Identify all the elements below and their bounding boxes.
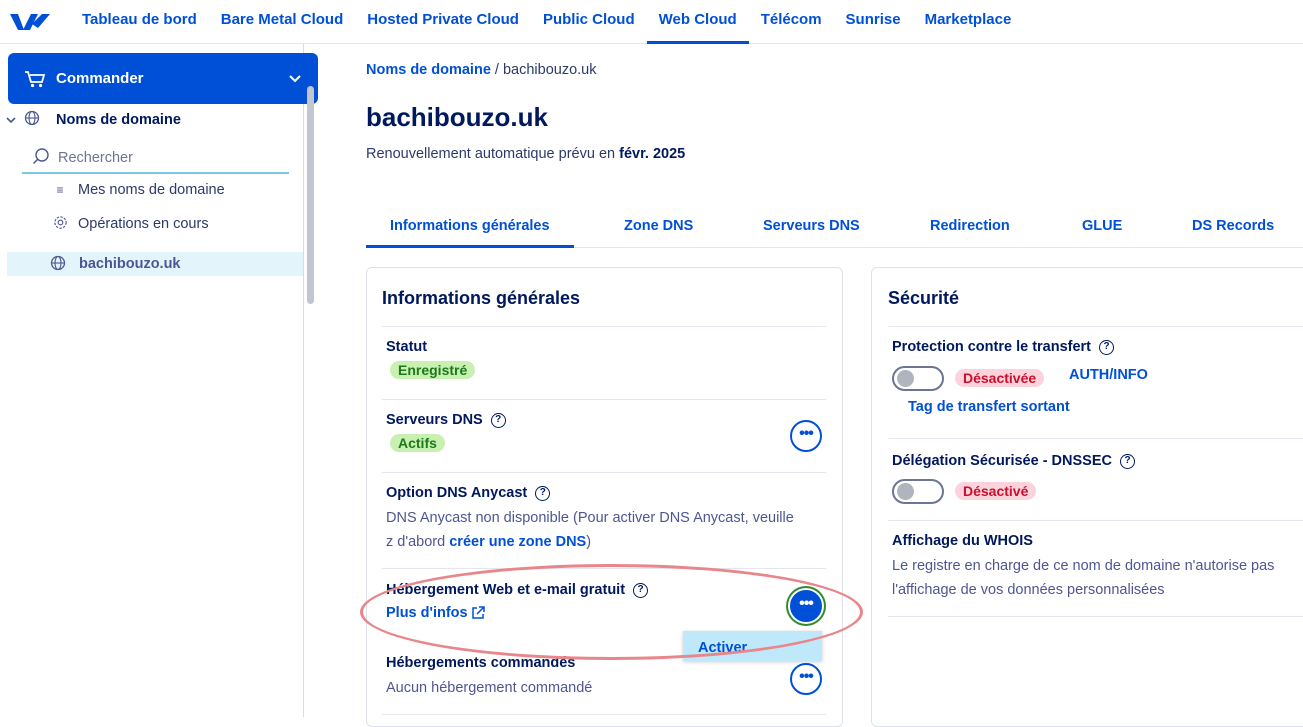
transfer-protection-label-text: Protection contre le transfert (892, 339, 1092, 355)
sidebar-item-label: Opérations en cours (78, 216, 209, 232)
sidebar-item-mes-noms-de-domaine[interactable]: ≡ Mes noms de domaine (50, 177, 225, 203)
auth-info-link[interactable]: AUTH/INFO (1069, 367, 1148, 383)
divider (382, 714, 826, 715)
transfer-protection-label: Protection contre le transfert ? (892, 339, 1115, 355)
general-info-title: Informations générales (382, 288, 581, 308)
divider (382, 399, 826, 400)
renew-info: Renouvellement automatique prévu en févr… (366, 146, 685, 162)
domain-section: Noms de domaine (0, 108, 304, 132)
top-nav: Tableau de bord Bare Metal Cloud Hosted … (0, 0, 1303, 44)
gear-icon (50, 215, 70, 233)
globe-icon (50, 255, 66, 274)
commander-button[interactable]: Commander (8, 53, 318, 104)
search-icon (32, 147, 52, 169)
dnssec-toggle[interactable] (892, 479, 944, 504)
nav-marketplace[interactable]: Marketplace (913, 0, 1024, 44)
dns-servers-label: Serveurs DNS ? (386, 412, 506, 428)
ordered-hosting-text: Aucun hébergement commandé (386, 680, 593, 696)
nav-bare-metal-cloud[interactable]: Bare Metal Cloud (209, 0, 356, 44)
dns-servers-more-button[interactable]: ••• (790, 420, 822, 452)
nav-sunrise[interactable]: Sunrise (834, 0, 913, 44)
nav-hosted-private-cloud[interactable]: Hosted Private Cloud (355, 0, 531, 44)
tab-ds-records[interactable]: DS Records (1168, 208, 1298, 248)
sidebar-item-label: bachibouzo.uk (79, 256, 181, 272)
list-icon: ≡ (56, 183, 64, 197)
help-icon[interactable]: ? (1099, 339, 1115, 355)
help-icon[interactable]: ? (1120, 453, 1135, 469)
toggle-knob (897, 483, 914, 500)
sidebar: Commander Noms de domaine Rechercher ≡ M… (0, 44, 318, 717)
globe-icon (24, 110, 46, 130)
breadcrumb: Noms de domaine / bachibouzo.uk (366, 62, 597, 78)
anycast-text-part: z d'abord (386, 534, 450, 550)
tab-informations-generales[interactable]: Informations générales (366, 208, 574, 248)
nav-public-cloud[interactable]: Public Cloud (531, 0, 647, 44)
anycast-text-line2: z d'abord créer une zone DNS) (386, 530, 591, 554)
tab-redirection[interactable]: Redirection (906, 208, 1034, 248)
dnssec-badge: Désactivé (955, 482, 1037, 500)
sidebar-item-label: Mes noms de domaine (78, 182, 225, 198)
divider (888, 438, 1303, 439)
transfer-tag-link[interactable]: Tag de transfert sortant (908, 399, 1070, 415)
divider (382, 472, 826, 473)
dnssec-label-text: Délégation Sécurisée - DNSSEC (892, 453, 1112, 469)
nav-tableau-de-bord[interactable]: Tableau de bord (70, 0, 209, 44)
tab-serveurs-dns[interactable]: Serveurs DNS (739, 208, 884, 248)
ovh-logo[interactable] (0, 0, 70, 44)
divider (888, 616, 1303, 617)
breadcrumb-separator: / (494, 62, 499, 78)
breadcrumb-parent-link[interactable]: Noms de domaine (366, 62, 491, 78)
sidebar-item-active-domain[interactable]: bachibouzo.uk (7, 252, 303, 276)
nav-telecom[interactable]: Télécom (749, 0, 834, 44)
anycast-text-line1: DNS Anycast non disponible (Pour activer… (386, 510, 794, 526)
tab-bar: Informations générales Zone DNS Serveurs… (366, 208, 1303, 248)
domain-section-header[interactable]: Noms de domaine (0, 108, 304, 132)
tab-zone-dns[interactable]: Zone DNS (600, 208, 717, 248)
dns-servers-badge: Actifs (390, 434, 445, 452)
divider (888, 520, 1303, 521)
whois-text-line2: l'affichage de vos données personnalisée… (892, 582, 1165, 598)
tab-glue[interactable]: GLUE (1058, 208, 1146, 248)
dns-servers-label-text: Serveurs DNS (386, 412, 483, 428)
nav-web-cloud[interactable]: Web Cloud (646, 0, 749, 44)
ovh-logo-icon (10, 13, 50, 30)
toggle-knob (897, 370, 914, 387)
breadcrumb-current: bachibouzo.uk (502, 62, 597, 78)
dnssec-label: Délégation Sécurisée - DNSSEC ? (892, 453, 1135, 469)
security-title: Sécurité (888, 288, 960, 308)
transfer-protection-toggle[interactable] (892, 366, 944, 391)
caret-down-icon (0, 113, 22, 127)
whois-text-line1: Le registre en charge de ce nom de domai… (892, 558, 1275, 574)
sidebar-item-operations-en-cours[interactable]: Opérations en cours (50, 211, 209, 237)
divider (888, 326, 1303, 327)
ordered-hosting-more-button[interactable]: ••• (790, 663, 822, 695)
chevron-down-icon (289, 74, 301, 82)
anycast-label: Option DNS Anycast ? (386, 485, 551, 501)
divider (382, 326, 826, 327)
anycast-label-text: Option DNS Anycast (386, 485, 528, 501)
help-icon[interactable]: ? (535, 485, 551, 501)
anycast-text-end: ) (586, 534, 592, 550)
renew-text: Renouvellement automatique prévu en (366, 146, 620, 162)
status-label: Statut (386, 339, 428, 355)
commander-label: Commander (56, 70, 144, 87)
transfer-protection-badge: Désactivée (955, 369, 1045, 387)
search-placeholder: Rechercher (58, 150, 133, 166)
search-input[interactable]: Rechercher (22, 144, 289, 174)
whois-label: Affichage du WHOIS (892, 533, 1033, 549)
create-dns-zone-link[interactable]: créer une zone DNS (449, 534, 586, 550)
cart-icon (25, 70, 46, 87)
help-icon[interactable]: ? (490, 412, 506, 428)
renew-date: févr. 2025 (619, 146, 686, 162)
sidebar-scrollbar[interactable] (307, 86, 314, 304)
status-badge: Enregistré (390, 361, 476, 379)
annotation-highlight-ellipse (360, 564, 863, 660)
domain-section-label: Noms de domaine (56, 112, 181, 128)
page-title: bachibouzo.uk (366, 102, 548, 132)
